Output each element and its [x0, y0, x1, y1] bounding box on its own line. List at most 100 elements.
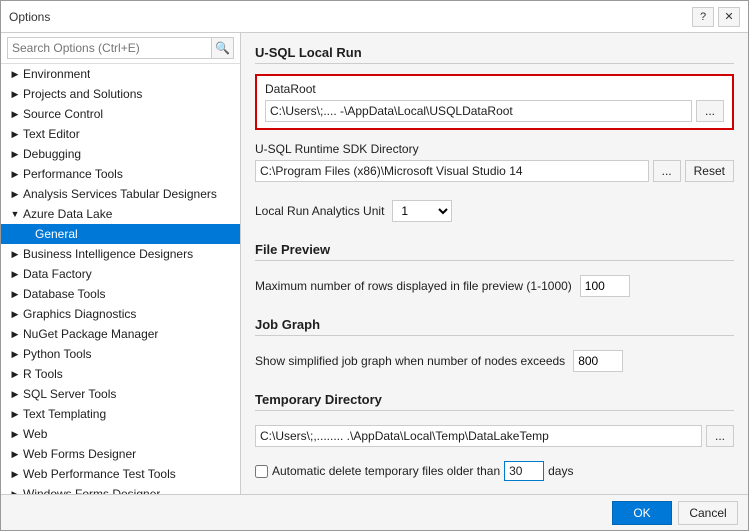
tree-item-web[interactable]: ▶Web [1, 424, 240, 444]
expand-icon: ▼ [9, 208, 21, 220]
dataroot-browse-button[interactable]: ... [696, 100, 724, 122]
expand-icon: ▶ [9, 368, 21, 380]
content-area: 🔍 ▶Environment▶Projects and Solutions▶So… [1, 33, 748, 494]
runtime-sdk-browse-button[interactable]: ... [653, 160, 681, 182]
help-button[interactable]: ? [692, 7, 714, 27]
dialog-title: Options [9, 10, 50, 24]
runtime-sdk-reset-button[interactable]: Reset [685, 160, 734, 182]
auto-delete-label: Automatic delete temporary files older t… [272, 464, 500, 478]
expand-icon: ▶ [9, 248, 21, 260]
dataroot-label: DataRoot [265, 82, 724, 96]
tree-item-nuget-package-manager[interactable]: ▶NuGet Package Manager [1, 324, 240, 344]
tree-item-text-templating[interactable]: ▶Text Templating [1, 404, 240, 424]
tree-item-r-tools[interactable]: ▶R Tools [1, 364, 240, 384]
tree-item-label-general: General [35, 227, 78, 241]
tree-item-label-r-tools: R Tools [23, 367, 63, 381]
tree-item-web-forms-designer[interactable]: ▶Web Forms Designer [1, 444, 240, 464]
expand-icon: ▶ [9, 148, 21, 160]
tree-item-sql-server-tools[interactable]: ▶SQL Server Tools [1, 384, 240, 404]
tree-item-general[interactable]: General [1, 224, 240, 244]
tree-item-label-python-tools: Python Tools [23, 347, 92, 361]
job-graph-row: Show simplified job graph when number of… [255, 350, 734, 372]
tree-item-label-performance-tools: Performance Tools [23, 167, 123, 181]
ok-button[interactable]: OK [612, 501, 672, 525]
tree-item-label-debugging: Debugging [23, 147, 81, 161]
tree-item-label-projects-solutions: Projects and Solutions [23, 87, 142, 101]
temp-dir-browse-button[interactable]: ... [706, 425, 734, 447]
file-preview-header: File Preview [255, 242, 734, 261]
tree-item-performance-tools[interactable]: ▶Performance Tools [1, 164, 240, 184]
tree-item-business-intelligence[interactable]: ▶Business Intelligence Designers [1, 244, 240, 264]
search-input[interactable] [7, 37, 212, 59]
tree-item-analysis-services[interactable]: ▶Analysis Services Tabular Designers [1, 184, 240, 204]
tree-item-environment[interactable]: ▶Environment [1, 64, 240, 84]
temp-dir-input[interactable] [255, 425, 702, 447]
tree-item-azure-data-lake[interactable]: ▼Azure Data Lake [1, 204, 240, 224]
analytics-unit-label: Local Run Analytics Unit [255, 204, 384, 218]
days-input[interactable] [504, 461, 544, 481]
expand-icon: ▶ [9, 428, 21, 440]
tree-item-windows-forms-designer[interactable]: ▶Windows Forms Designer [1, 484, 240, 494]
dataroot-section: DataRoot ... [255, 74, 734, 130]
tree-item-label-text-editor: Text Editor [23, 127, 80, 141]
tree-item-label-sql-server-tools: SQL Server Tools [23, 387, 116, 401]
search-box: 🔍 [1, 33, 240, 64]
tree-item-projects-solutions[interactable]: ▶Projects and Solutions [1, 84, 240, 104]
tree-item-label-data-factory: Data Factory [23, 267, 92, 281]
dataroot-row: ... [265, 100, 724, 122]
job-graph-input[interactable] [573, 350, 623, 372]
tree-item-label-windows-forms-designer: Windows Forms Designer [23, 487, 160, 494]
expand-icon: ▶ [9, 308, 21, 320]
dataroot-input[interactable] [265, 100, 692, 122]
temp-dir-row: ... [255, 425, 734, 447]
tree-item-label-web: Web [23, 427, 47, 441]
expand-icon: ▶ [9, 348, 21, 360]
tree-item-label-database-tools: Database Tools [23, 287, 106, 301]
expand-icon: ▶ [9, 268, 21, 280]
tree-item-python-tools[interactable]: ▶Python Tools [1, 344, 240, 364]
auto-delete-checkbox[interactable] [255, 465, 268, 478]
no-expand-icon [21, 228, 33, 240]
tree-item-label-nuget-package-manager: NuGet Package Manager [23, 327, 158, 341]
job-graph-label: Show simplified job graph when number of… [255, 354, 565, 368]
tree-item-label-web-forms-designer: Web Forms Designer [23, 447, 136, 461]
runtime-sdk-row: ... Reset [255, 160, 734, 182]
tree-item-web-performance-test[interactable]: ▶Web Performance Test Tools [1, 464, 240, 484]
tree-item-text-editor[interactable]: ▶Text Editor [1, 124, 240, 144]
expand-icon: ▶ [9, 188, 21, 200]
file-preview-input[interactable] [580, 275, 630, 297]
job-graph-header: Job Graph [255, 317, 734, 336]
tree-item-label-source-control: Source Control [23, 107, 103, 121]
analytics-unit-row: Local Run Analytics Unit 1 2 4 8 [255, 200, 734, 222]
tree-item-label-web-performance-test: Web Performance Test Tools [23, 467, 176, 481]
auto-delete-row: Automatic delete temporary files older t… [255, 461, 734, 481]
tree-item-label-business-intelligence: Business Intelligence Designers [23, 247, 193, 261]
tree-item-data-factory[interactable]: ▶Data Factory [1, 264, 240, 284]
expand-icon: ▶ [9, 388, 21, 400]
analytics-unit-dropdown[interactable]: 1 2 4 8 [392, 200, 452, 222]
runtime-sdk-input[interactable] [255, 160, 649, 182]
search-icon[interactable]: 🔍 [212, 37, 234, 59]
tree-item-label-graphics-diagnostics: Graphics Diagnostics [23, 307, 136, 321]
expand-icon: ▶ [9, 88, 21, 100]
runtime-sdk-section: U-SQL Runtime SDK Directory ... Reset [255, 142, 734, 182]
tree-item-database-tools[interactable]: ▶Database Tools [1, 284, 240, 304]
expand-icon: ▶ [9, 408, 21, 420]
expand-icon: ▶ [9, 68, 21, 80]
expand-icon: ▶ [9, 128, 21, 140]
tree-item-source-control[interactable]: ▶Source Control [1, 104, 240, 124]
expand-icon: ▶ [9, 108, 21, 120]
tree-container[interactable]: ▶Environment▶Projects and Solutions▶Sour… [1, 64, 240, 494]
tree-item-label-azure-data-lake: Azure Data Lake [23, 207, 112, 221]
runtime-sdk-label: U-SQL Runtime SDK Directory [255, 142, 734, 156]
cancel-button[interactable]: Cancel [678, 501, 738, 525]
close-button[interactable]: ✕ [718, 7, 740, 27]
title-bar-controls: ? ✕ [692, 7, 740, 27]
expand-icon: ▶ [9, 288, 21, 300]
file-preview-label: Maximum number of rows displayed in file… [255, 279, 572, 293]
temp-dir-header: Temporary Directory [255, 392, 734, 411]
file-preview-row: Maximum number of rows displayed in file… [255, 275, 734, 297]
tree-item-debugging[interactable]: ▶Debugging [1, 144, 240, 164]
tree-item-graphics-diagnostics[interactable]: ▶Graphics Diagnostics [1, 304, 240, 324]
bottom-bar: OK Cancel [1, 494, 748, 530]
